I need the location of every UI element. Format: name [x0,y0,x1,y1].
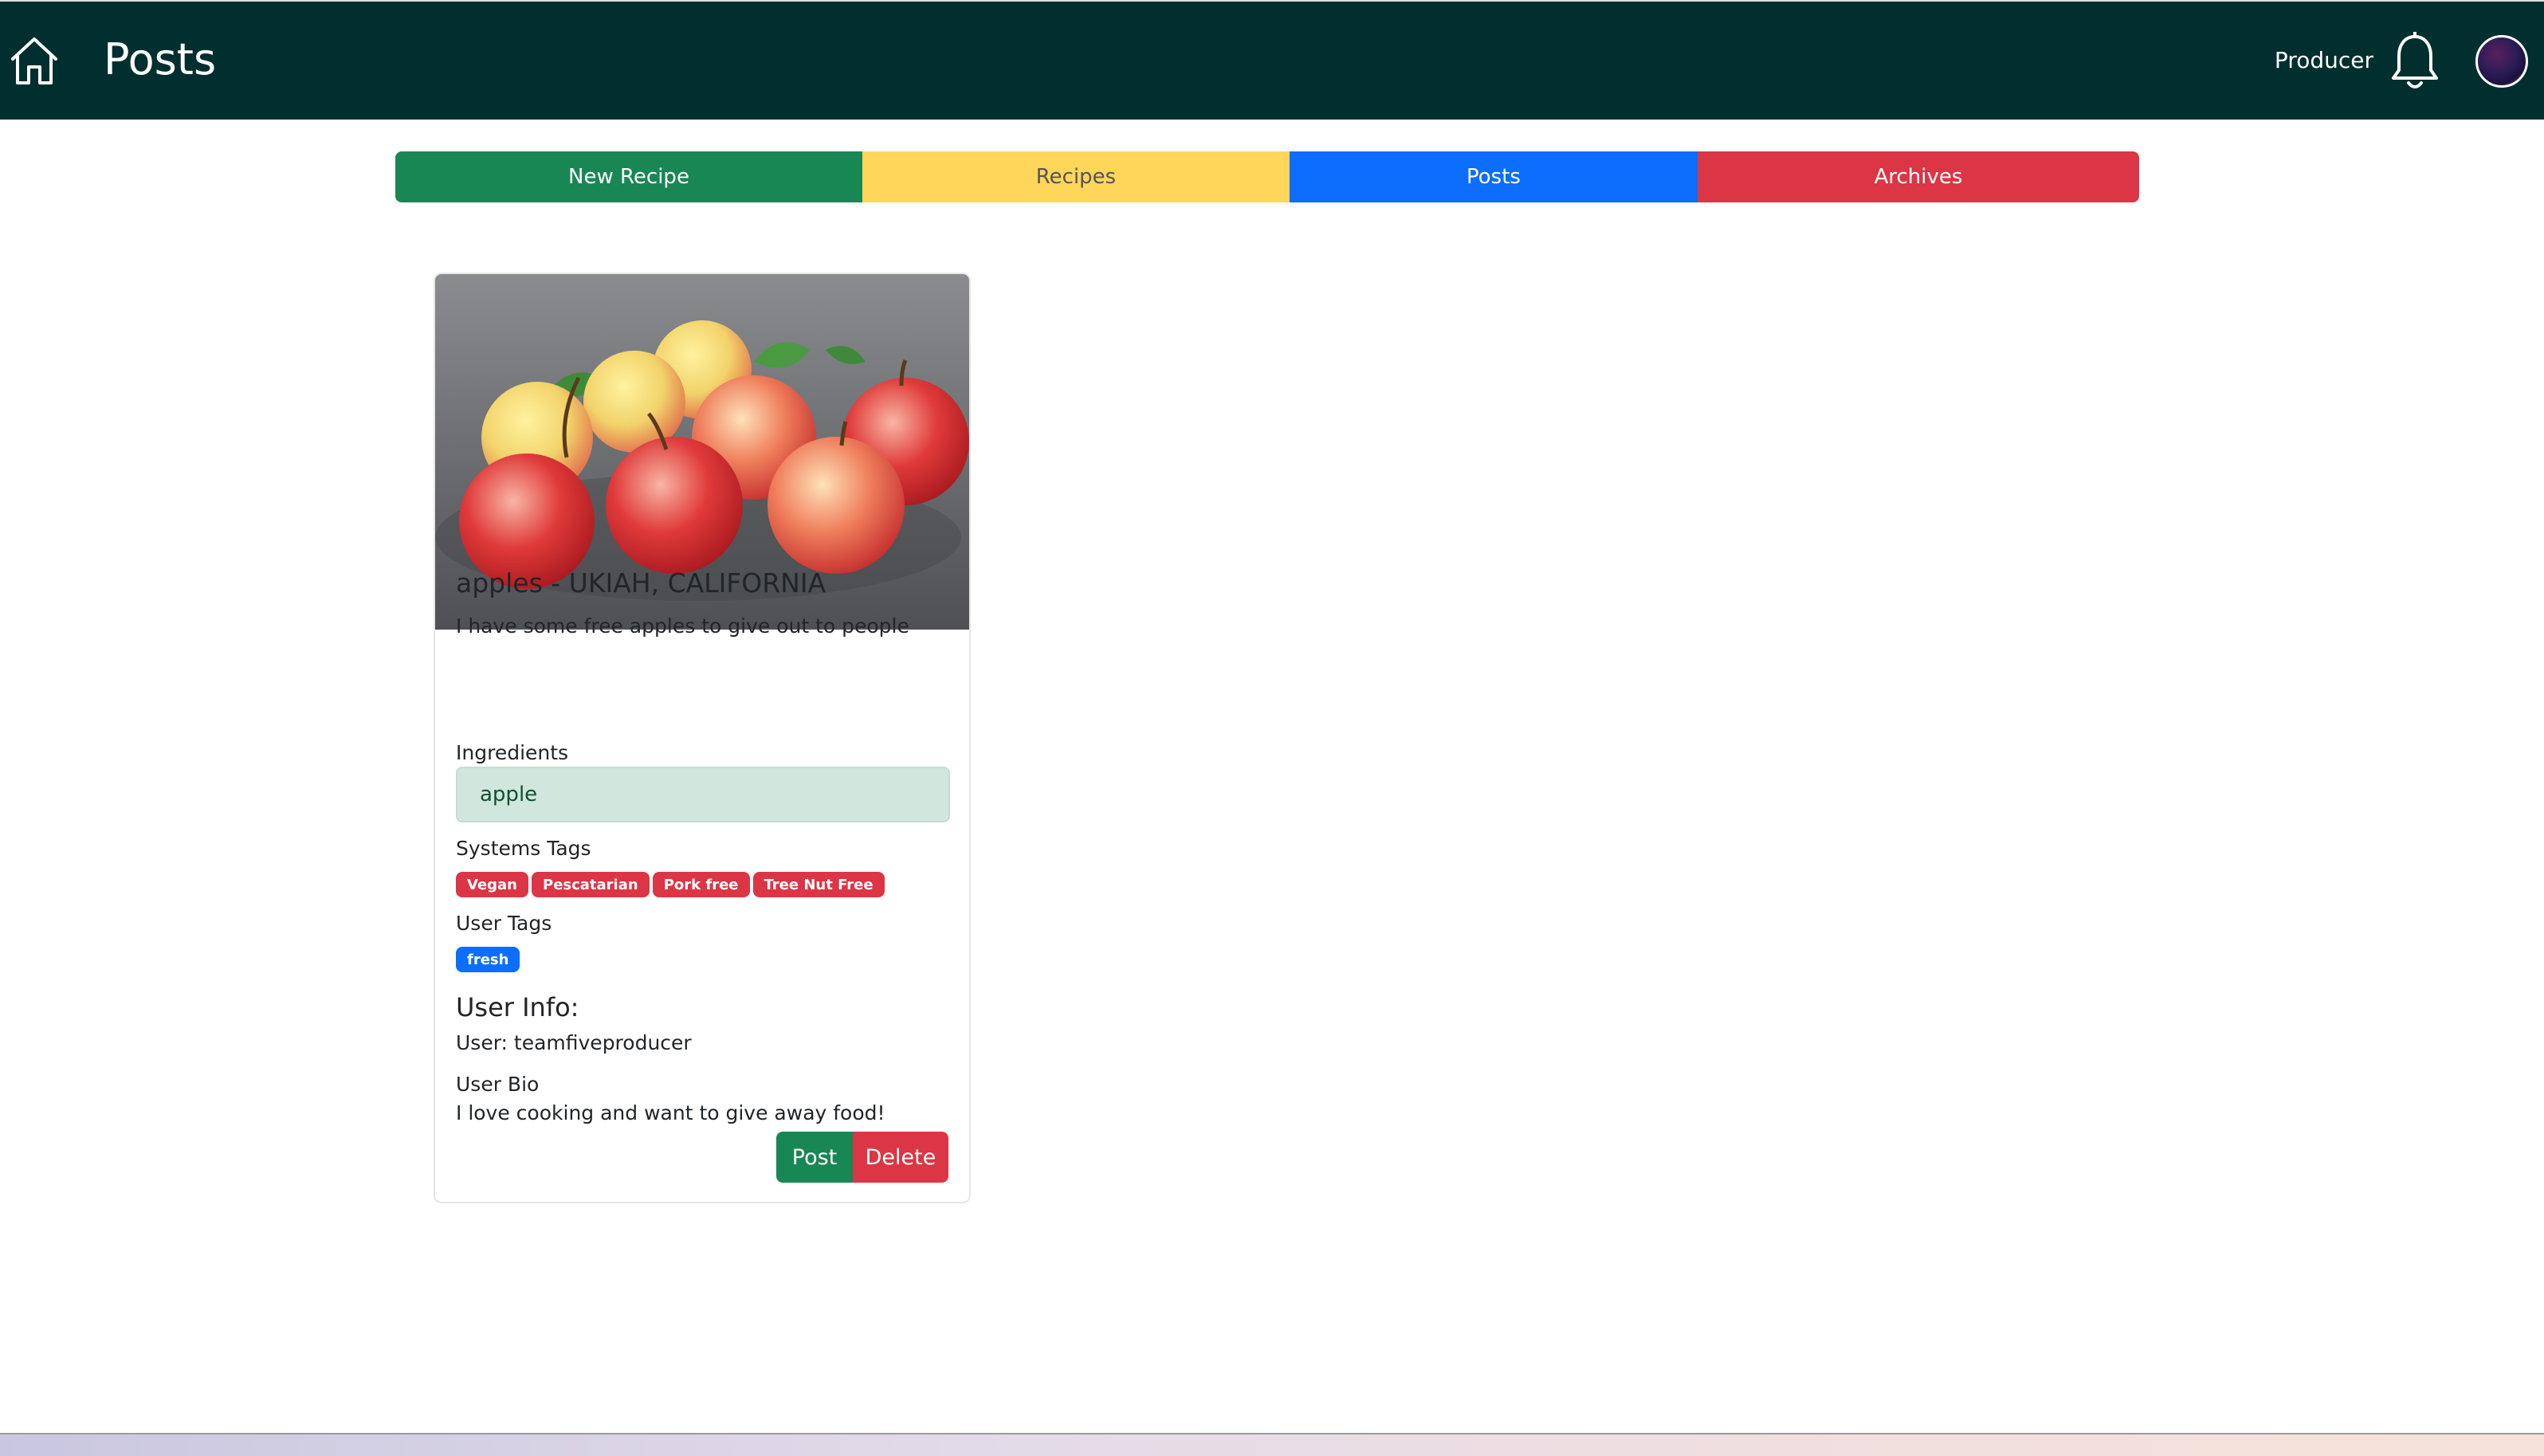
user-bio: I love cooking and want to give away foo… [456,1101,885,1124]
post-card: apples - UKIAH, CALIFORNIA I have some f… [434,273,971,1203]
tab-new-recipe[interactable]: New Recipe [395,151,862,202]
user-name: User: teamfiveproducer [456,1031,692,1054]
user-role-label: Producer [2274,47,2373,73]
user-tags-list: fresh [456,947,520,972]
post-actions: Post Delete [776,1132,948,1183]
post-description: I have some free apples to give out to p… [456,614,909,638]
ingredients-label: Ingredients [456,741,569,764]
tab-posts[interactable]: Posts [1290,151,1698,202]
tab-archives[interactable]: Archives [1698,151,2139,202]
system-tag: Pescatarian [532,872,650,897]
top-navbar: Posts Producer [0,0,2544,120]
post-title: apples - UKIAH, CALIFORNIA [456,567,826,598]
system-tags-label: Systems Tags [456,837,591,860]
tab-recipes[interactable]: Recipes [862,151,1290,202]
system-tags-list: Vegan Pescatarian Pork free Tree Nut Fre… [456,872,885,897]
user-bio-label: User Bio [456,1073,540,1096]
tab-nav: New Recipe Recipes Posts Archives [395,151,2139,202]
bell-icon[interactable] [2389,32,2440,92]
page-title: Posts [104,34,217,84]
system-tag: Vegan [456,872,528,897]
user-info-heading: User Info: [456,992,579,1022]
user-tag: fresh [456,947,520,972]
user-tags-label: User Tags [456,912,552,935]
home-icon[interactable] [10,35,59,88]
delete-button[interactable]: Delete [853,1132,948,1183]
post-button[interactable]: Post [776,1132,853,1183]
user-avatar[interactable] [2475,35,2528,88]
desktop-taskbar-edge [0,1433,2544,1456]
system-tag: Pork free [652,872,750,897]
ingredient-item: apple [456,767,950,822]
system-tag: Tree Nut Free [752,872,885,897]
